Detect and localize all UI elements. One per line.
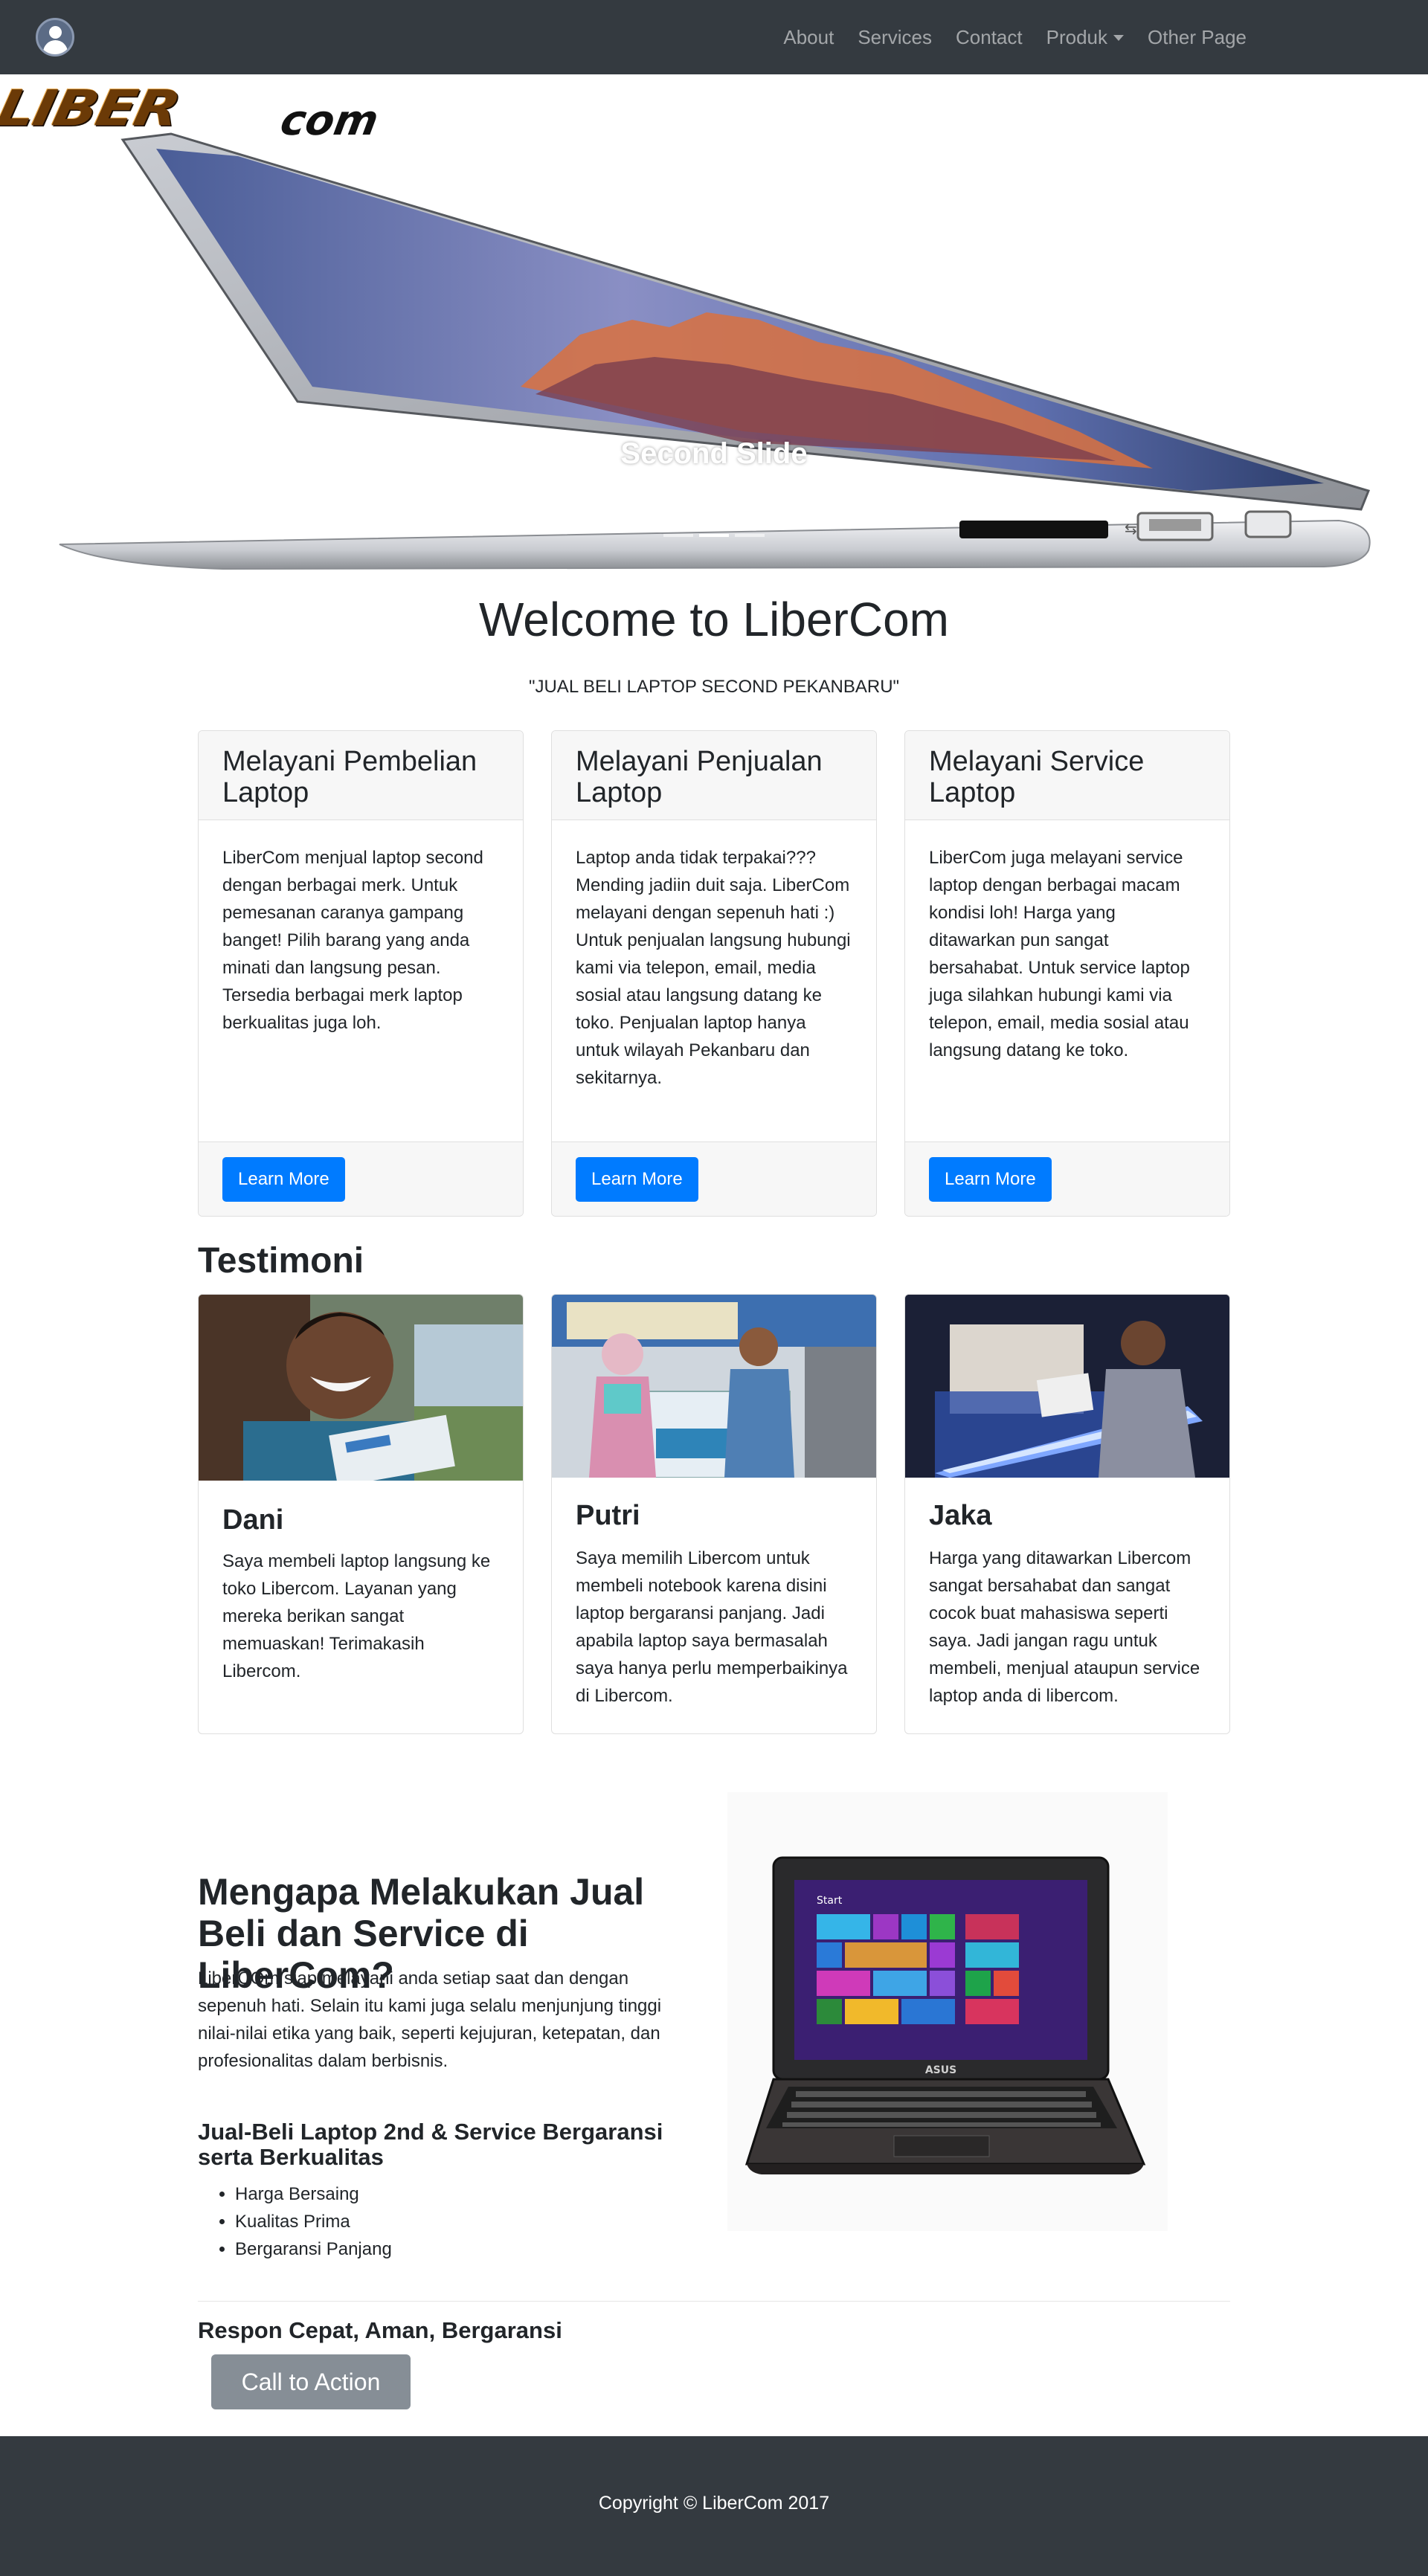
nav-link-about[interactable]: About bbox=[771, 26, 846, 49]
card-text: LiberCom juga melayani service laptop de… bbox=[929, 848, 1190, 1060]
user-avatar-icon[interactable] bbox=[36, 18, 74, 57]
testimonial-text: Saya memilih Libercom untuk membeli note… bbox=[576, 1548, 848, 1706]
testimonial-name: Dani bbox=[222, 1504, 284, 1536]
laptop-hero-image: ⇆ bbox=[59, 132, 1371, 570]
testimonial-card-dani: Dani Saya membeli laptop langsung ke tok… bbox=[198, 1294, 524, 1734]
testimonial-photo bbox=[552, 1295, 876, 1478]
testimonial-photo bbox=[199, 1295, 523, 1481]
card-header: Melayani Pembelian Laptop bbox=[199, 731, 523, 820]
navbar: About Services Contact Produk Other Page bbox=[0, 0, 1428, 74]
list-item: Bergaransi Panjang bbox=[235, 2235, 392, 2263]
nav-link-other-page[interactable]: Other Page bbox=[1136, 26, 1258, 49]
nav-link-contact[interactable]: Contact bbox=[944, 26, 1035, 49]
card-footer: Learn More bbox=[199, 1142, 523, 1216]
service-card-pembelian: Melayani Pembelian Laptop LiberCom menju… bbox=[198, 730, 524, 1217]
laptop-brand-label: ASUS bbox=[925, 2064, 956, 2076]
carousel-caption: Second Slide bbox=[620, 437, 808, 470]
testimonial-photo bbox=[905, 1295, 1229, 1478]
nav-link-services[interactable]: Services bbox=[846, 26, 944, 49]
testimonial-text: Saya membeli laptop langsung ke toko Lib… bbox=[222, 1551, 491, 1681]
carousel-indicator-3[interactable] bbox=[735, 534, 765, 537]
call-to-action-button[interactable]: Call to Action bbox=[211, 2354, 411, 2409]
why-text: LiberCOm siap melayani anda setiap saat … bbox=[198, 1968, 662, 2071]
cta-text: Respon Cepat, Aman, Bergaransi bbox=[198, 2317, 562, 2343]
list-item: Harga Bersaing bbox=[235, 2180, 392, 2208]
testimonial-name: Jaka bbox=[929, 1500, 992, 1531]
card-text: LiberCom menjual laptop second dengan be… bbox=[222, 848, 483, 1033]
testimonial-card-jaka: Jaka Harga yang ditawarkan Libercom sang… bbox=[904, 1294, 1230, 1734]
nav-dropdown-label: Produk bbox=[1046, 25, 1108, 48]
testimonial-card-putri: Putri Saya memilih Libercom untuk membel… bbox=[551, 1294, 877, 1734]
libercom-logo[interactable]: LIBER com bbox=[0, 76, 402, 147]
hero-carousel[interactable]: ⇆ LIBER com Second Slide bbox=[0, 74, 1428, 573]
learn-more-button[interactable]: Learn More bbox=[576, 1157, 698, 1202]
footer: Copyright © LiberCom 2017 bbox=[0, 2436, 1428, 2576]
welcome-title: Welcome to LiberCom bbox=[479, 593, 949, 646]
carousel-indicator-1[interactable] bbox=[663, 534, 693, 537]
caret-down-icon bbox=[1113, 35, 1125, 41]
divider bbox=[198, 2301, 1230, 2302]
laptop-screen-label: Start bbox=[817, 1895, 843, 1907]
card-text: Laptop anda tidak terpakai??? Mending ja… bbox=[576, 848, 851, 1088]
list-item: Kualitas Prima bbox=[235, 2208, 392, 2235]
why-subtitle: Jual-Beli Laptop 2nd & Service Bergarans… bbox=[198, 2119, 663, 2170]
card-title: Melayani Penjualan Laptop bbox=[576, 746, 823, 808]
card-title: Melayani Service Laptop bbox=[929, 746, 1145, 808]
testimonial-text: Harga yang ditawarkan Libercom sangat be… bbox=[929, 1548, 1200, 1706]
testimoni-title: Testimoni bbox=[198, 1241, 364, 1281]
learn-more-button[interactable]: Learn More bbox=[929, 1157, 1052, 1202]
card-header: Melayani Penjualan Laptop bbox=[552, 731, 876, 820]
card-footer: Learn More bbox=[552, 1142, 876, 1216]
card-header: Melayani Service Laptop bbox=[905, 731, 1229, 820]
card-title: Melayani Pembelian Laptop bbox=[222, 746, 477, 808]
testimonial-name: Putri bbox=[576, 1500, 640, 1531]
service-card-service: Melayani Service Laptop LiberCom juga me… bbox=[904, 730, 1230, 1217]
nav-dropdown-produk[interactable]: Produk bbox=[1035, 26, 1136, 49]
tagline: "JUAL BELI LAPTOP SECOND PEKANBARU" bbox=[528, 677, 900, 697]
learn-more-button[interactable]: Learn More bbox=[222, 1157, 345, 1202]
logo-text-com: com bbox=[277, 97, 382, 145]
carousel-indicator-2[interactable] bbox=[699, 534, 729, 537]
carousel-indicators bbox=[0, 534, 1428, 537]
service-card-penjualan: Melayani Penjualan Laptop Laptop anda ti… bbox=[551, 730, 877, 1217]
nav-links: About Services Contact Produk Other Page bbox=[771, 0, 1258, 74]
feature-list: Harga Bersaing Kualitas Prima Bergaransi… bbox=[235, 2180, 392, 2263]
copyright-text: Copyright © LiberCom 2017 bbox=[598, 2493, 830, 2514]
card-footer: Learn More bbox=[905, 1142, 1229, 1216]
logo-text-liber: LIBER bbox=[0, 80, 184, 138]
asus-laptop-image: Start ASUS bbox=[727, 1792, 1168, 2231]
